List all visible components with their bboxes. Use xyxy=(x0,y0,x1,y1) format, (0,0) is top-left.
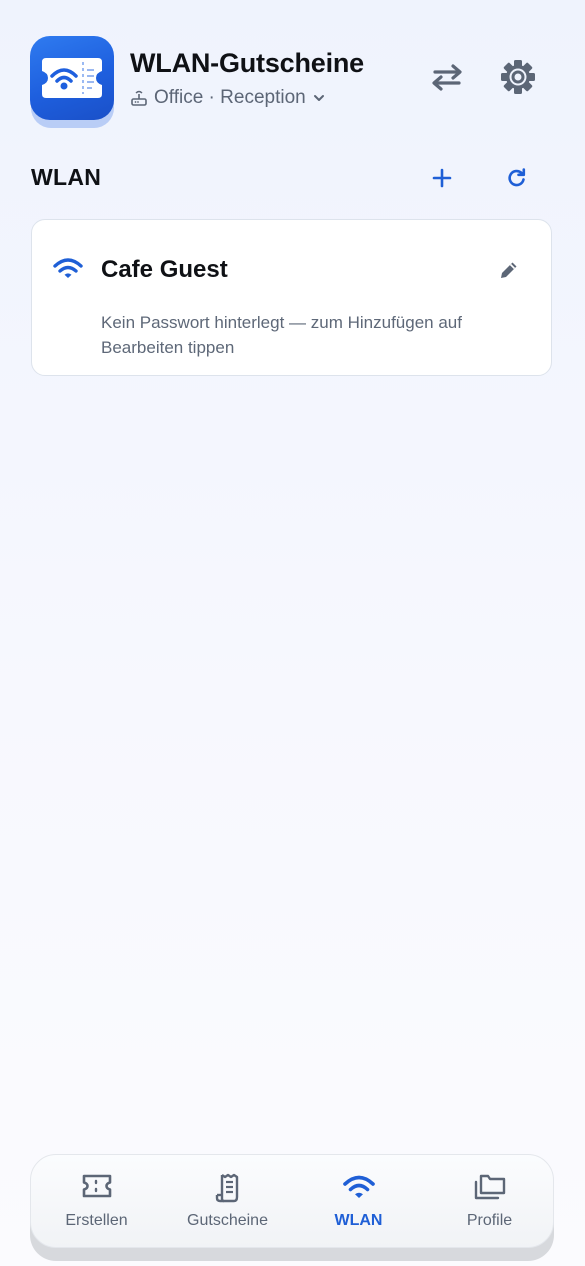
app-logo xyxy=(30,36,114,120)
add-network-button[interactable] xyxy=(422,158,462,198)
network-password-hint: Kein Passwort hinterlegt — zum Hinzufüge… xyxy=(101,313,462,357)
section-title: WLAN xyxy=(31,164,102,190)
gear-icon xyxy=(501,60,535,94)
ticket-icon xyxy=(82,1174,111,1198)
wifi-icon xyxy=(342,1175,375,1198)
nav-label-gutscheine: Gutscheine xyxy=(187,1212,268,1229)
app-title: WLAN-Gutscheine xyxy=(130,48,365,78)
edit-network-button[interactable] xyxy=(493,254,525,286)
profile-selector-label: Office · Reception xyxy=(154,87,306,108)
refresh-icon xyxy=(508,168,526,187)
network-card[interactable]: Cafe Guest Kein Passwort hinterlegt — zu… xyxy=(31,219,552,376)
refresh-button[interactable] xyxy=(497,158,537,198)
folders-icon xyxy=(474,1174,505,1200)
bottom-nav: Erstellen Gutscheine WLAN Profile xyxy=(30,1154,554,1248)
nav-item-wlan[interactable]: WLAN xyxy=(293,1155,424,1249)
ticket-wifi-logo-icon xyxy=(42,58,102,98)
nav-item-gutscheine[interactable]: Gutscheine xyxy=(162,1155,293,1249)
nav-label-wlan: WLAN xyxy=(334,1212,383,1229)
nav-item-profile[interactable]: Profile xyxy=(424,1155,555,1249)
nav-item-erstellen[interactable]: Erstellen xyxy=(31,1155,162,1249)
nav-label-profile: Profile xyxy=(466,1212,513,1229)
chevron-down-icon xyxy=(313,95,324,101)
router-icon xyxy=(131,90,147,106)
switch-profile-button[interactable] xyxy=(427,57,467,97)
network-ssid: Cafe Guest xyxy=(101,256,228,283)
swap-arrows-icon xyxy=(432,64,462,91)
receipt-icon xyxy=(215,1173,238,1203)
settings-button[interactable] xyxy=(498,57,538,97)
profile-selector[interactable]: Office · Reception xyxy=(130,86,326,110)
pencil-icon xyxy=(501,262,517,278)
nav-label-erstellen: Erstellen xyxy=(65,1212,128,1229)
wifi-icon xyxy=(53,258,83,278)
plus-icon xyxy=(432,168,452,188)
